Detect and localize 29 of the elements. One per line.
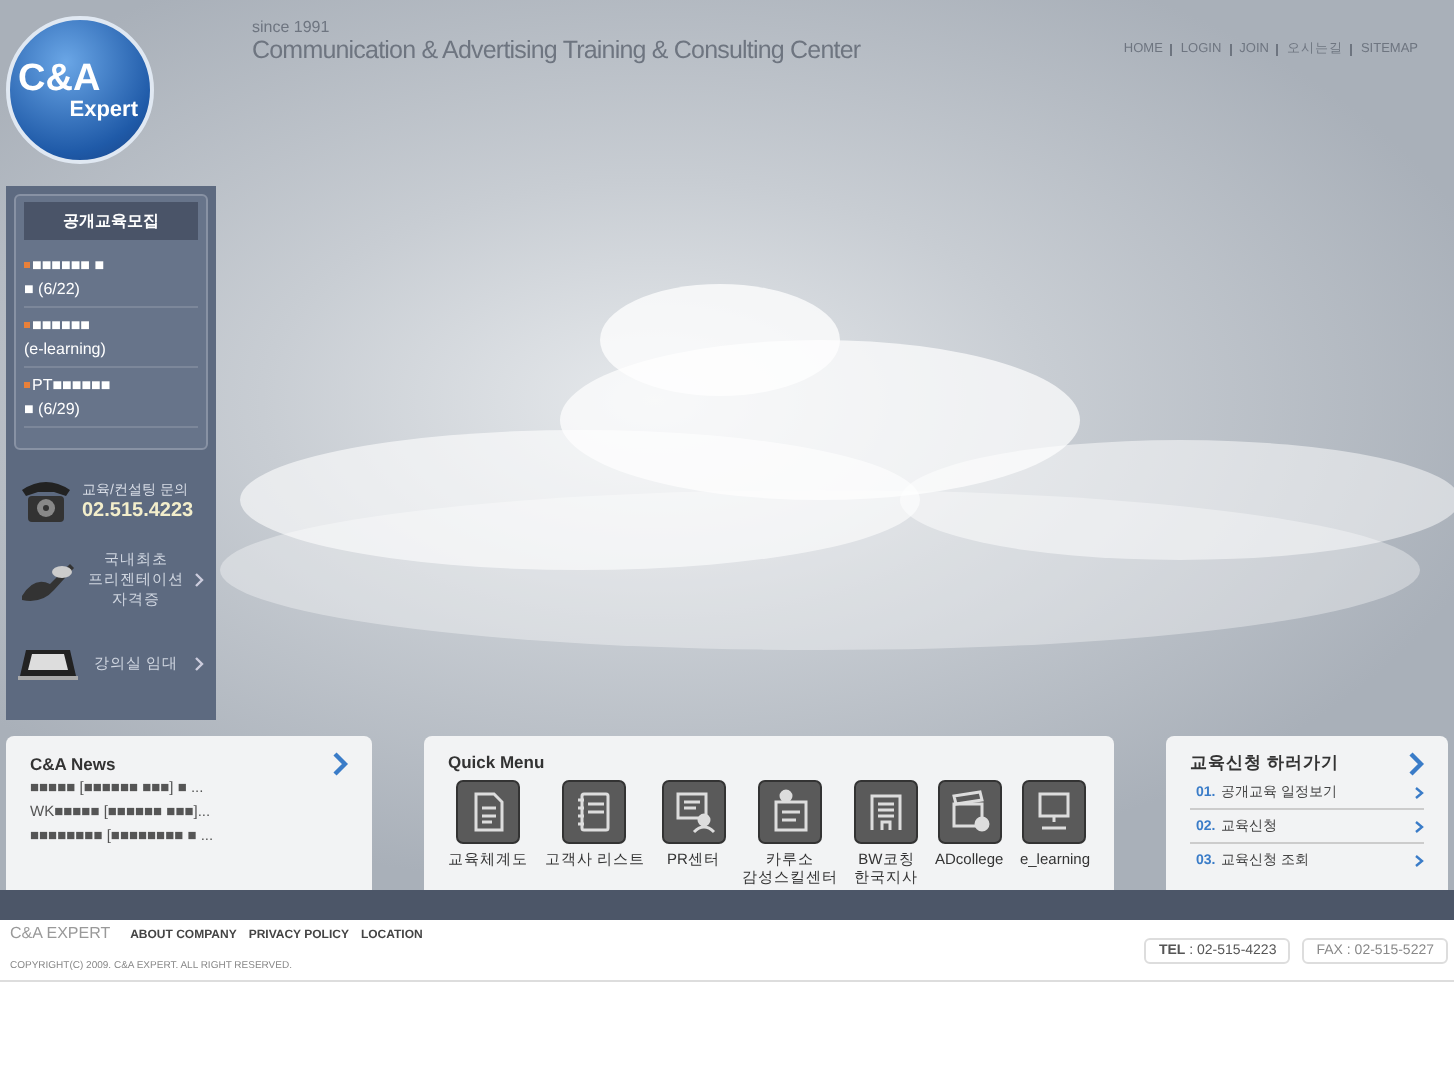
building-icon	[854, 780, 919, 844]
quick-menu-title: Quick Menu	[448, 752, 547, 772]
since-text: since 1991	[252, 18, 332, 36]
news-title: C&A News	[30, 754, 116, 774]
chevron-right-icon	[1414, 819, 1424, 833]
laptop-icon	[18, 646, 78, 682]
chevron-right-icon[interactable]	[332, 752, 348, 776]
logo-badge[interactable]: C&A Expert	[6, 16, 154, 164]
chevron-right-icon[interactable]	[1408, 752, 1424, 776]
chevron-right-icon	[1414, 853, 1424, 867]
document-icon	[456, 780, 520, 844]
clapper-icon	[937, 780, 1002, 844]
chevron-right-icon	[194, 572, 204, 588]
recruit-title: 공개교육모집	[24, 202, 198, 240]
recruit-item[interactable]: ■■■■■■ ■ ■ (6/22)	[24, 248, 198, 308]
contact-phone: 02.515.4223	[82, 499, 194, 521]
apply-title: 교육신청 하러가기	[1190, 752, 1339, 776]
footer-brand: C&A EXPERT	[10, 923, 111, 941]
tagline: Communication & Advertising Training & Consulting Center	[252, 36, 861, 64]
logo-text: C&A	[16, 59, 103, 97]
notebook-icon	[562, 780, 627, 844]
logo-subtext: Expert	[67, 97, 140, 121]
chevron-right-icon	[1414, 785, 1424, 799]
presenter-icon	[661, 780, 726, 844]
recruit-item[interactable]: PT■■■■■■ ■ (6/29)	[24, 368, 198, 428]
recruit-item[interactable]: ■■■■■■ (e-learning)	[24, 308, 198, 368]
clipboard-icon	[757, 780, 822, 844]
chevron-right-icon	[194, 656, 204, 672]
computer-icon	[1022, 780, 1087, 844]
